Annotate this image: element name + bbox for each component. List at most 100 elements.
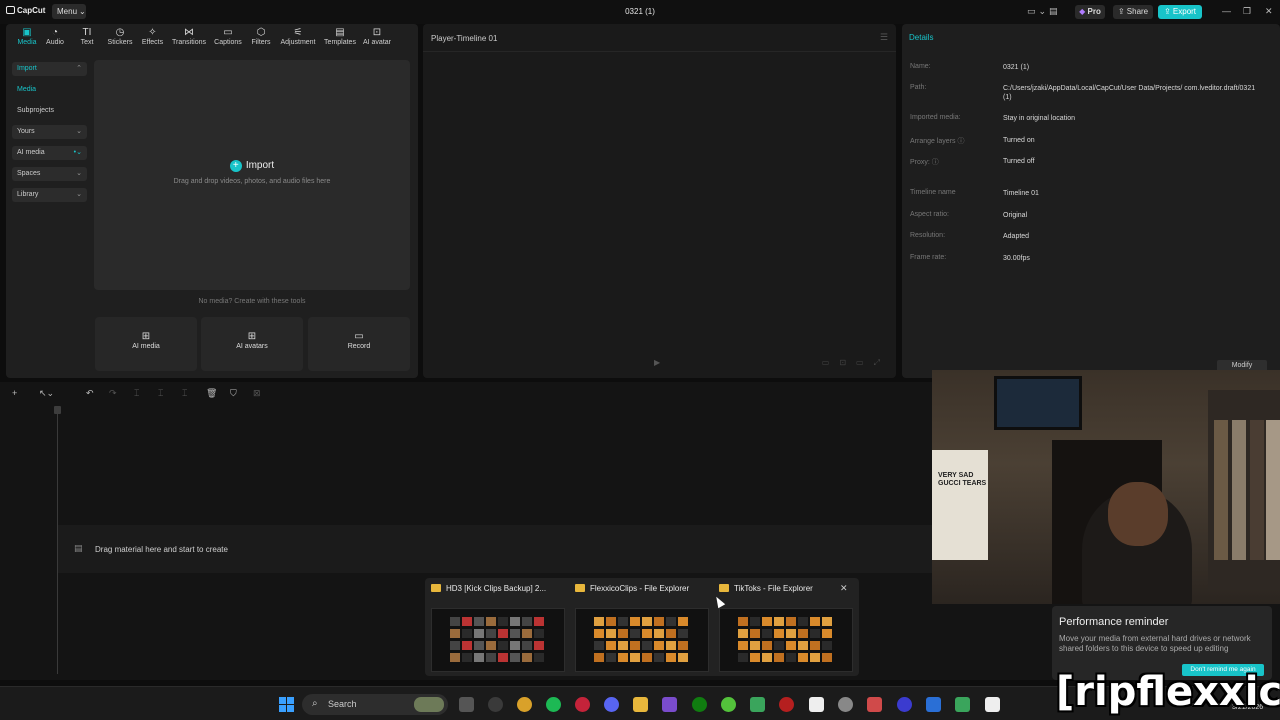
calculator-icon[interactable] (926, 697, 941, 712)
detail-value: Turned on (1003, 137, 1035, 144)
thumbnail-file (510, 653, 520, 662)
thumbnail-file (462, 629, 472, 638)
app-icon[interactable] (955, 697, 970, 712)
taskbar-search[interactable]: ⌕ Search (302, 694, 448, 715)
detail-value: 30.00fps (1003, 255, 1030, 262)
file-explorer-icon[interactable] (633, 697, 648, 712)
webcam-clothes-rack (1208, 390, 1280, 590)
sidebar-item-subprojects[interactable]: Subprojects (12, 104, 87, 118)
split-right-icon[interactable]: ⌶ (182, 388, 187, 399)
tab-adjustment[interactable]: ⚟ Adjustment (278, 27, 318, 46)
discord-icon[interactable] (604, 697, 619, 712)
hamburger-icon[interactable]: ☰ (880, 32, 888, 43)
split-left-icon[interactable]: ⌶ (158, 388, 163, 399)
thumbnail-file (522, 629, 532, 638)
preview-title-hd3[interactable]: HD3 [Kick Clips Backup] 2... (431, 584, 546, 593)
chatgpt-icon[interactable] (838, 697, 853, 712)
tab-filters[interactable]: ⬡ Filters (248, 27, 274, 46)
ai-avatars-card[interactable]: ⊞ AI avatars (201, 317, 303, 371)
shield-icon[interactable]: ⛉ (230, 388, 237, 399)
sidebar-item-spaces[interactable]: Spaces ⌄ (12, 167, 87, 181)
select-cursor-icon[interactable]: ↖⌄ (39, 388, 54, 399)
spotify-icon[interactable] (546, 697, 561, 712)
opera-icon[interactable] (575, 697, 590, 712)
preview-thumbnail-hd3[interactable] (431, 608, 565, 672)
app-icon[interactable] (662, 697, 677, 712)
crop-icon[interactable]: ⊠ (253, 388, 261, 399)
player-panel: Player-Timeline 01 ☰ ▶ ▭⊡▭⤢ (423, 24, 896, 378)
ai-media-card[interactable]: ⊞ AI media (95, 317, 197, 371)
sidebar-item-import[interactable]: Import ⌃ (12, 62, 87, 76)
redo-icon[interactable]: ↷ (109, 388, 117, 399)
windows-start-icon[interactable] (279, 697, 294, 712)
thumbnail-file (678, 641, 688, 650)
detail-label: Proxy: ⓘ (910, 159, 939, 166)
chevron-down-icon: ⌄ (76, 170, 82, 177)
tab-text[interactable]: TI Text (74, 27, 100, 46)
xbox-icon[interactable] (692, 697, 707, 712)
maximize-icon[interactable]: ❐ (1243, 6, 1251, 17)
pro-button[interactable]: ◆ Pro (1075, 5, 1105, 19)
detail-value: C:/Users/jzaki/AppData/Local/CapCut/User… (1003, 85, 1256, 101)
thumbnail-file (450, 653, 460, 662)
tab-captions[interactable]: ▭ Captions (212, 27, 244, 46)
chrome-icon[interactable] (517, 697, 532, 712)
tab-effects[interactable]: ✧ Effects (138, 27, 167, 46)
sidebar-item-media[interactable]: Media (12, 83, 87, 97)
player-controls[interactable]: ▭⊡▭⤢ (822, 358, 890, 368)
sidebar-item-library[interactable]: Library ⌄ (12, 188, 87, 202)
app-icon[interactable] (721, 697, 736, 712)
add-icon[interactable]: + (12, 388, 17, 398)
minimize-icon[interactable]: — (1222, 6, 1231, 16)
app-icon[interactable] (750, 697, 765, 712)
thumbnail-file (594, 641, 604, 650)
tab-transitions[interactable]: ⋈ Transitions (169, 27, 209, 46)
chevron-down-icon: ⌄ (76, 191, 82, 198)
chevron-down-icon: ⌄ (76, 128, 82, 135)
close-icon[interactable]: ✕ (1265, 6, 1273, 17)
tab-templates[interactable]: ▤ Templates (322, 27, 358, 46)
thumbnail-file (738, 629, 748, 638)
preview-title-flexxicoclips[interactable]: FlexxicoClips - File Explorer (575, 584, 689, 593)
pro-icon: ◆ (1079, 7, 1086, 16)
thumbnail-file (666, 641, 676, 650)
export-button[interactable]: ⇪ Export (1158, 5, 1202, 19)
adjustment-icon: ⚟ (293, 27, 303, 38)
thumbnail-file (630, 617, 640, 626)
preview-title-tiktoks[interactable]: TikToks - File Explorer (719, 584, 813, 593)
undo-icon[interactable]: ↶ (86, 388, 94, 399)
app-icon[interactable] (867, 697, 882, 712)
tab-stickers[interactable]: ◷ Stickers (105, 27, 135, 46)
sidebar-item-yours[interactable]: Yours ⌄ (12, 125, 87, 139)
import-dropzone[interactable]: + Import Drag and drop videos, photos, an… (94, 60, 410, 290)
record-card[interactable]: ▭ Record (308, 317, 410, 371)
play-icon[interactable]: ▶ (654, 358, 660, 367)
app-icon[interactable] (779, 697, 794, 712)
close-preview-icon[interactable]: ✕ (840, 583, 848, 594)
split-icon[interactable]: ⌶ (134, 388, 139, 399)
capcut-taskbar-icon[interactable] (985, 697, 1000, 712)
settings-app-icon[interactable] (488, 697, 503, 712)
sidebar-item-ai-media[interactable]: AI media •⌄ (12, 146, 87, 160)
preview-thumbnail-flexxicoclips[interactable] (575, 608, 709, 672)
layout-icons[interactable]: ▭⌄▤ (1027, 6, 1061, 17)
tab-audio[interactable]: ◔ Audio (42, 27, 68, 46)
delete-icon[interactable]: 🗑 (206, 388, 217, 399)
thumbnail-file (462, 617, 472, 626)
thumbnail-file (462, 653, 472, 662)
thumbnail-file (762, 629, 772, 638)
detail-label: Timeline name (910, 189, 956, 196)
tab-media[interactable]: ▣ Media (12, 27, 42, 46)
tab-ai-avatar[interactable]: ⊡ AI avatar (360, 27, 394, 46)
thumbnail-file (510, 629, 520, 638)
thumbnail-file (750, 629, 760, 638)
import-hint: Drag and drop videos, photos, and audio … (173, 178, 331, 185)
capcut-taskbar-icon[interactable] (809, 697, 824, 712)
audio-icon: ◔ (51, 27, 59, 38)
share-button[interactable]: ⇪ Share (1113, 5, 1153, 19)
preview-thumbnail-tiktoks[interactable] (719, 608, 853, 672)
task-view-icon[interactable] (459, 697, 474, 712)
opera-gx-icon[interactable] (897, 697, 912, 712)
thumbnail-file (642, 641, 652, 650)
import-button[interactable]: + Import (94, 160, 410, 172)
